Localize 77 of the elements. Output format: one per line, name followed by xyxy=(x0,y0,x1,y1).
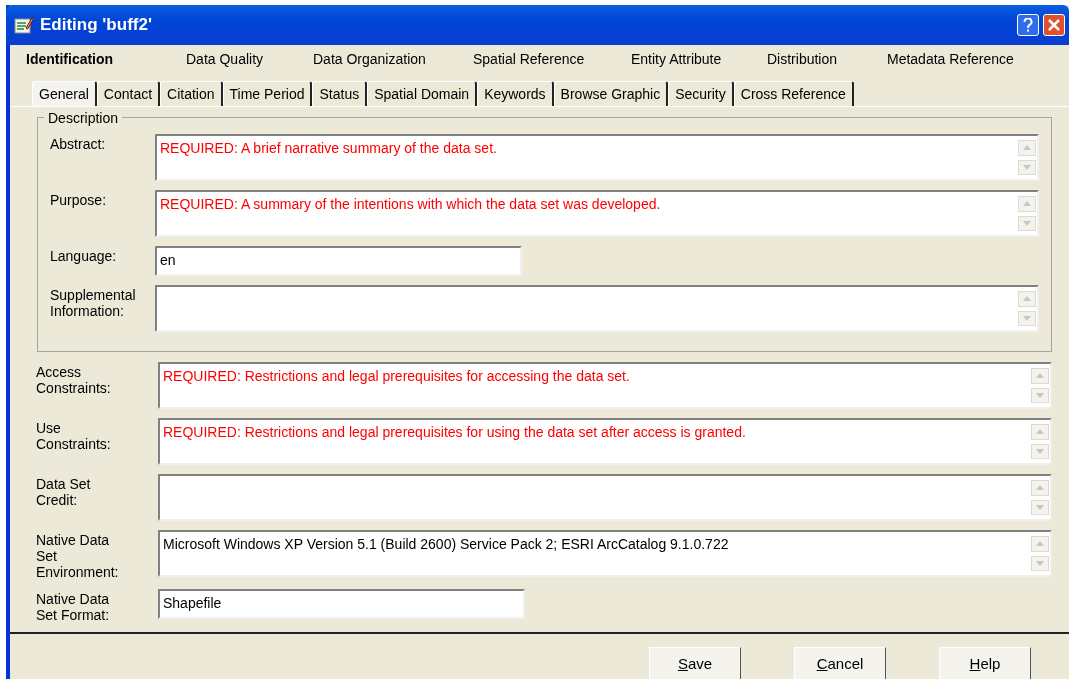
up-arrow-icon xyxy=(1023,296,1031,302)
sub-tab[interactable]: Spatial Domain xyxy=(367,81,478,106)
sub-tab[interactable]: General xyxy=(32,81,97,106)
close-button[interactable] xyxy=(1043,14,1065,36)
sub-tab[interactable]: Time Period xyxy=(222,81,313,106)
up-arrow-icon xyxy=(1023,145,1031,151)
main-tab[interactable]: Identification xyxy=(26,48,186,70)
up-arrow-icon xyxy=(1036,541,1044,547)
field-label: Language: xyxy=(50,247,118,265)
scroll-up-button[interactable] xyxy=(1031,424,1049,440)
scroll-up-button[interactable] xyxy=(1031,536,1049,552)
main-tab[interactable]: Metadata Reference xyxy=(887,48,1037,70)
up-arrow-icon xyxy=(1036,429,1044,435)
field-label: Data Set Credit: xyxy=(36,475,92,509)
text-area[interactable] xyxy=(158,474,1052,521)
field-text: REQUIRED: Restrictions and legal prerequisites for using the data set after access is granted. xyxy=(162,423,747,442)
field-text: Microsoft Windows XP Version 5.1 (Build 2600) Service Pack 2; ESRI ArcCatalog 9.1.0.722 xyxy=(162,535,730,554)
edit-document-icon xyxy=(14,16,34,34)
down-arrow-icon xyxy=(1023,315,1031,321)
scroll-down-button[interactable] xyxy=(1018,159,1036,175)
sub-tab[interactable]: Security xyxy=(668,81,734,106)
sub-tab[interactable]: Contact xyxy=(96,81,161,106)
text-field[interactable]: Shapefile xyxy=(158,589,525,620)
scroll-down-button[interactable] xyxy=(1031,555,1049,571)
down-arrow-icon xyxy=(1023,220,1031,226)
field-text: REQUIRED: A brief narrative summary of the data set. xyxy=(159,139,498,158)
help-icon xyxy=(1023,18,1033,32)
main-tab[interactable]: Entity Attribute xyxy=(631,48,767,70)
dialog-button[interactable]: Save xyxy=(649,647,741,679)
scroll-up-button[interactable] xyxy=(1018,291,1036,307)
sub-tab[interactable]: Keywords xyxy=(477,81,554,106)
text-area[interactable]: Microsoft Windows XP Version 5.1 (Build 2600) Service Pack 2; ESRI ArcCatalog 9.1.0.722 xyxy=(158,530,1052,577)
scroll-down-button[interactable] xyxy=(1018,215,1036,231)
text-area[interactable]: REQUIRED: Restrictions and legal prerequisites for using the data set after access is granted. xyxy=(158,418,1052,465)
field-label: Native Data Set Environment: xyxy=(36,531,120,581)
scroll-down-button[interactable] xyxy=(1031,499,1049,515)
field-label: Native Data Set Format: xyxy=(36,590,111,624)
close-icon xyxy=(1048,19,1060,31)
down-arrow-icon xyxy=(1036,504,1044,510)
up-arrow-icon xyxy=(1023,201,1031,207)
main-tab[interactable]: Distribution xyxy=(767,48,887,70)
field-text: REQUIRED: A summary of the intentions with which the data set was developed. xyxy=(159,195,662,214)
sub-tab[interactable]: Status xyxy=(312,81,368,106)
text-area[interactable]: REQUIRED: Restrictions and legal prerequisites for accessing the data set. xyxy=(158,362,1052,409)
dialog-button[interactable]: Cancel xyxy=(794,647,886,679)
up-arrow-icon xyxy=(1036,485,1044,491)
down-arrow-icon xyxy=(1036,560,1044,566)
dialog-button[interactable]: Help xyxy=(939,647,1031,679)
field-label: Purpose: xyxy=(50,191,108,209)
scroll-up-button[interactable] xyxy=(1018,196,1036,212)
field-text: REQUIRED: Restrictions and legal prerequisites for accessing the data set. xyxy=(162,367,631,386)
help-button[interactable] xyxy=(1017,14,1039,36)
window-title: Editing 'buff2' xyxy=(40,14,153,37)
scroll-up-button[interactable] xyxy=(1018,140,1036,156)
field-label: Use Constraints: xyxy=(36,419,112,453)
scroll-down-button[interactable] xyxy=(1018,310,1036,326)
sub-tab[interactable]: Cross Reference xyxy=(733,81,854,106)
field-label: Abstract: xyxy=(50,135,107,153)
sub-tab[interactable]: Citation xyxy=(160,81,223,106)
scroll-down-button[interactable] xyxy=(1031,443,1049,459)
down-arrow-icon xyxy=(1023,164,1031,170)
main-tab[interactable]: Data Organization xyxy=(313,48,473,70)
scroll-up-button[interactable] xyxy=(1031,368,1049,384)
sub-tab[interactable]: Browse Graphic xyxy=(553,81,669,106)
main-tab[interactable]: Data Quality xyxy=(186,48,313,70)
scroll-down-button[interactable] xyxy=(1031,387,1049,403)
field-label: Supplemental Information: xyxy=(50,286,137,320)
down-arrow-icon xyxy=(1036,392,1044,398)
text-area[interactable] xyxy=(155,285,1039,332)
scroll-up-button[interactable] xyxy=(1031,480,1049,496)
main-tab[interactable]: Spatial Reference xyxy=(473,48,631,70)
text-field[interactable]: en xyxy=(155,246,522,276)
field-label: Access Constraints: xyxy=(36,363,112,397)
down-arrow-icon xyxy=(1036,448,1044,454)
text-area[interactable]: REQUIRED: A summary of the intentions with which the data set was developed. xyxy=(155,190,1039,237)
text-area[interactable]: REQUIRED: A brief narrative summary of the data set. xyxy=(155,134,1039,181)
up-arrow-icon xyxy=(1036,373,1044,379)
